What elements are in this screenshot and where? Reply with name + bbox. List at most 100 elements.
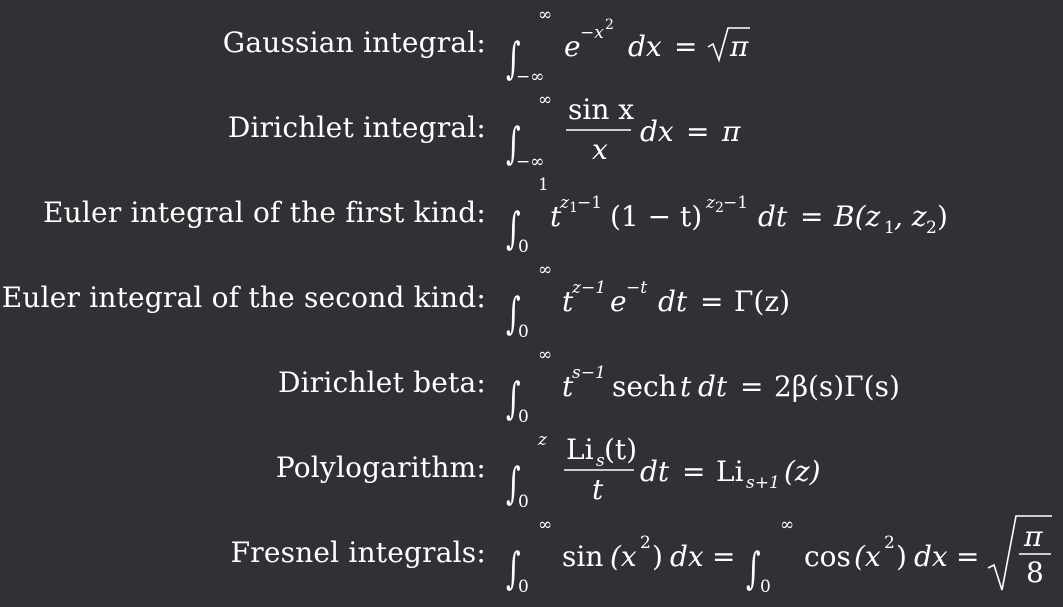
result-arg: (z) (784, 455, 821, 488)
result: Γ(z) (734, 285, 790, 318)
formula-row-polylogarithm: Polylogarithm: ∫ z 0 Li s (t) t dt = Li … (0, 425, 1063, 512)
result-start: B(z (833, 200, 881, 233)
row-label: Gaussian integral: (222, 26, 486, 59)
factor: (1 − t) (610, 200, 702, 233)
exp-base: e (564, 30, 581, 63)
result-end: ) (937, 200, 948, 233)
formula: ∫ ∞ −∞ e −x 2 dx = π (500, 0, 1063, 87)
differential: dt (758, 200, 788, 233)
equals-sign: = (700, 285, 723, 318)
formula: ∫ ∞ 0 t s−1 sech t dt = 2β(s)Γ(s) (500, 340, 1063, 427)
sine-argument-end: ) (652, 540, 663, 573)
sine-function: sin (562, 540, 603, 573)
equals-sign: = (686, 115, 709, 148)
euler-first-formula: ∫ 1 0 t z 1 −1 (1 − t) z 2 −1 dt = B(z 1… (506, 175, 948, 257)
differential-2: dx (914, 540, 948, 573)
cosine-argument: (x (854, 540, 881, 573)
root-denominator: 8 (1026, 556, 1044, 589)
sech-argument: t (680, 370, 692, 403)
result-mid: , z (894, 200, 927, 233)
differential: dx (640, 115, 674, 148)
polylogarithm-formula: ∫ z 0 Li s (t) t dt = Li s+1 (z) (506, 430, 821, 512)
result-sub-2: 2 (926, 218, 937, 238)
differential: dt (658, 285, 688, 318)
exponent-t: s−1 (572, 363, 606, 383)
lower-limit: −∞ (516, 152, 544, 172)
equals-sign: = (682, 455, 705, 488)
exponent-t: z−1 (571, 278, 606, 298)
upper-limit: ∞ (538, 515, 552, 535)
sech-function: sech (612, 370, 677, 403)
result-sub: s+1 (746, 473, 780, 493)
formula: ∫ z 0 Li s (t) t dt = Li s+1 (z) (500, 425, 1063, 512)
formula-row-dirichlet-beta: Dirichlet beta: ∫ ∞ 0 t s−1 sech t dt = … (0, 340, 1063, 427)
equals-sign: = (800, 200, 823, 233)
sine-argument: (x (610, 540, 637, 573)
euler-second-formula: ∫ ∞ 0 t z−1 e −t dt = Γ(z) (506, 260, 790, 342)
lower-limit-2: 0 (760, 577, 771, 597)
dirichlet-formula: ∫ ∞ −∞ sin x x dx = π (506, 90, 741, 172)
sine-square: 2 (640, 533, 651, 553)
fraction-denominator: t (592, 473, 604, 506)
lower-limit: 0 (518, 407, 529, 427)
gaussian-formula: ∫ ∞ −∞ e −x 2 dx = π (506, 5, 750, 87)
formula: ∫ 1 0 t z 1 −1 (1 − t) z 2 −1 dt = B(z 1… (500, 170, 1063, 257)
exponent-rest: −1 (577, 193, 602, 213)
formula: ∫ ∞ −∞ sin x x dx = π (500, 85, 1063, 172)
differential: dx (628, 30, 662, 63)
root-numerator: π (1023, 520, 1043, 553)
result: 2β(s)Γ(s) (774, 370, 900, 403)
numerator-arg: (t) (604, 433, 637, 466)
result: π (721, 115, 741, 148)
equals-sign: = (712, 540, 735, 573)
exp-square: 2 (605, 17, 614, 33)
formula-row-fresnel: Fresnel integrals: ∫ ∞ 0 sin (x 2 ) dx =… (0, 510, 1063, 597)
formula: ∫ ∞ 0 sin (x 2 ) dx = ∫ ∞ 0 cos (x 2 ) d… (500, 510, 1063, 597)
upper-limit: 1 (538, 175, 549, 195)
row-label: Fresnel integrals: (230, 536, 486, 569)
row-label: Polylogarithm: (275, 451, 486, 484)
cosine-argument-end: ) (896, 540, 907, 573)
row-label: Euler integral of the second kind: (1, 281, 486, 314)
lower-limit: 0 (518, 492, 529, 512)
differential: dx (670, 540, 704, 573)
formula-row-euler-second: Euler integral of the second kind: ∫ ∞ 0… (0, 255, 1063, 342)
lower-limit: 0 (518, 577, 529, 597)
cosine-function: cos (804, 540, 851, 573)
row-label: Dirichlet integral: (227, 111, 486, 144)
formula-row-gaussian: Gaussian integral: ∫ ∞ −∞ e −x 2 dx = π (0, 0, 1063, 87)
row-label: Euler integral of the first kind: (43, 196, 486, 229)
exponent-e: −t (626, 278, 647, 298)
upper-limit: ∞ (538, 5, 552, 25)
lower-limit: −∞ (516, 67, 544, 87)
numerator-li: Li (566, 433, 594, 466)
fraction-numerator: sin x (568, 93, 634, 126)
upper-limit-2: ∞ (780, 515, 794, 535)
row-label: Dirichlet beta: (277, 366, 486, 399)
radicand: π (729, 30, 749, 63)
fresnel-formula: ∫ ∞ 0 sin (x 2 ) dx = ∫ ∞ 0 cos (x 2 ) d… (506, 515, 1052, 597)
integral-sign-2: ∫ (746, 542, 761, 593)
upper-limit: ∞ (538, 90, 552, 110)
differential: dt (698, 370, 728, 403)
equals-sign-2: = (956, 540, 979, 573)
exp-base: e (610, 285, 627, 318)
equals-sign: = (674, 30, 697, 63)
fraction-denominator: x (592, 133, 608, 166)
formula-row-euler-first: Euler integral of the first kind: ∫ 1 0 … (0, 170, 1063, 257)
result-li: Li (716, 455, 744, 488)
upper-limit: z (537, 430, 548, 450)
formula: ∫ ∞ 0 t z−1 e −t dt = Γ(z) (500, 255, 1063, 342)
equals-sign: = (740, 370, 763, 403)
cosine-square: 2 (884, 533, 895, 553)
exponent-rest-2: −1 (723, 193, 748, 213)
upper-limit: ∞ (538, 345, 552, 365)
dirichlet-beta-formula: ∫ ∞ 0 t s−1 sech t dt = 2β(s)Γ(s) (506, 345, 900, 427)
formula-row-dirichlet: Dirichlet integral: ∫ ∞ −∞ sin x x dx = … (0, 85, 1063, 172)
lower-limit: 0 (518, 237, 529, 257)
differential: dt (640, 455, 670, 488)
upper-limit: ∞ (538, 260, 552, 280)
integrals-page: Gaussian integral: ∫ ∞ −∞ e −x 2 dx = π … (0, 0, 1063, 607)
exp-power: −x (580, 23, 604, 43)
lower-limit: 0 (518, 322, 529, 342)
